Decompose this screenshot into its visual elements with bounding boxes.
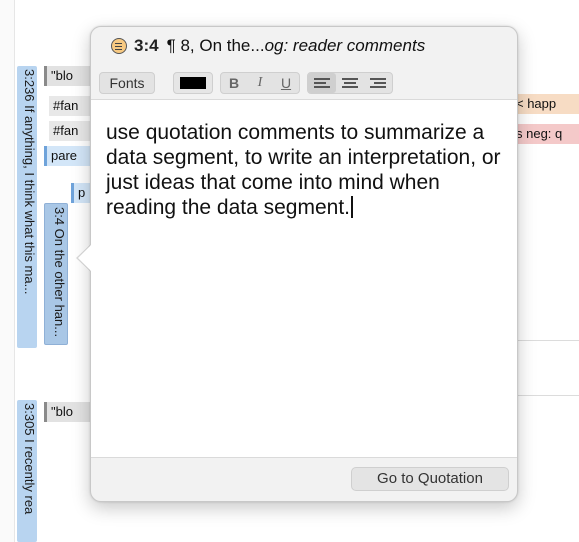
color-swatch — [180, 77, 206, 89]
text-caret — [351, 196, 353, 218]
fonts-button[interactable]: Fonts — [99, 72, 155, 94]
text-color-well[interactable] — [173, 72, 213, 94]
quotation-tab-3-4[interactable]: 3:4 On the other han... — [44, 203, 68, 345]
paragraph-text: 8, On the... — [180, 36, 265, 55]
comment-icon — [111, 38, 127, 54]
code-chip-negative[interactable]: s neg: q — [512, 124, 579, 144]
code-chip[interactable]: #fan — [49, 96, 94, 116]
italic-button[interactable]: I — [247, 73, 273, 93]
quotation-tab-3-305[interactable]: 3:305 I recently rea — [17, 400, 37, 542]
pilcrow: ¶ — [166, 36, 176, 55]
comment-editor[interactable]: use quotation comments to summarize a da… — [91, 99, 517, 458]
code-chip[interactable]: "blo — [44, 66, 94, 86]
align-right-icon[interactable] — [364, 73, 392, 93]
quotation-id: 3:4 — [134, 36, 159, 55]
paragraph-label: ¶ 8, On the...og: reader comments — [167, 36, 426, 56]
text-style-group: B I U — [220, 72, 300, 94]
document-name: og: reader comments — [264, 36, 426, 55]
quotation-tab-3-236[interactable]: 3:236 If anything, I think what this ma.… — [17, 66, 37, 348]
document-margin — [0, 0, 15, 542]
code-chip[interactable]: #fan — [49, 121, 94, 141]
go-to-quotation-button[interactable]: Go to Quotation — [351, 467, 509, 491]
code-chip-happy[interactable]: < happ — [512, 94, 579, 114]
quotation-comment-popover: 3:4 ¶ 8, On the...og: reader comments Fo… — [90, 26, 518, 502]
comment-text: use quotation comments to summarize a da… — [106, 121, 501, 219]
align-left-icon[interactable] — [308, 73, 336, 93]
popover-title: 3:4 ¶ 8, On the...og: reader comments — [111, 34, 425, 58]
format-toolbar: Fonts B I U — [91, 67, 517, 99]
comment-text-area[interactable]: use quotation comments to summarize a da… — [106, 120, 501, 220]
underline-button[interactable]: U — [273, 73, 299, 93]
align-center-icon[interactable] — [336, 73, 364, 93]
popover-arrow-fill — [78, 245, 91, 271]
code-chip[interactable]: "blo — [44, 402, 94, 422]
bold-button[interactable]: B — [221, 73, 247, 93]
alignment-group — [307, 72, 393, 94]
code-chip[interactable]: pare — [44, 146, 94, 166]
